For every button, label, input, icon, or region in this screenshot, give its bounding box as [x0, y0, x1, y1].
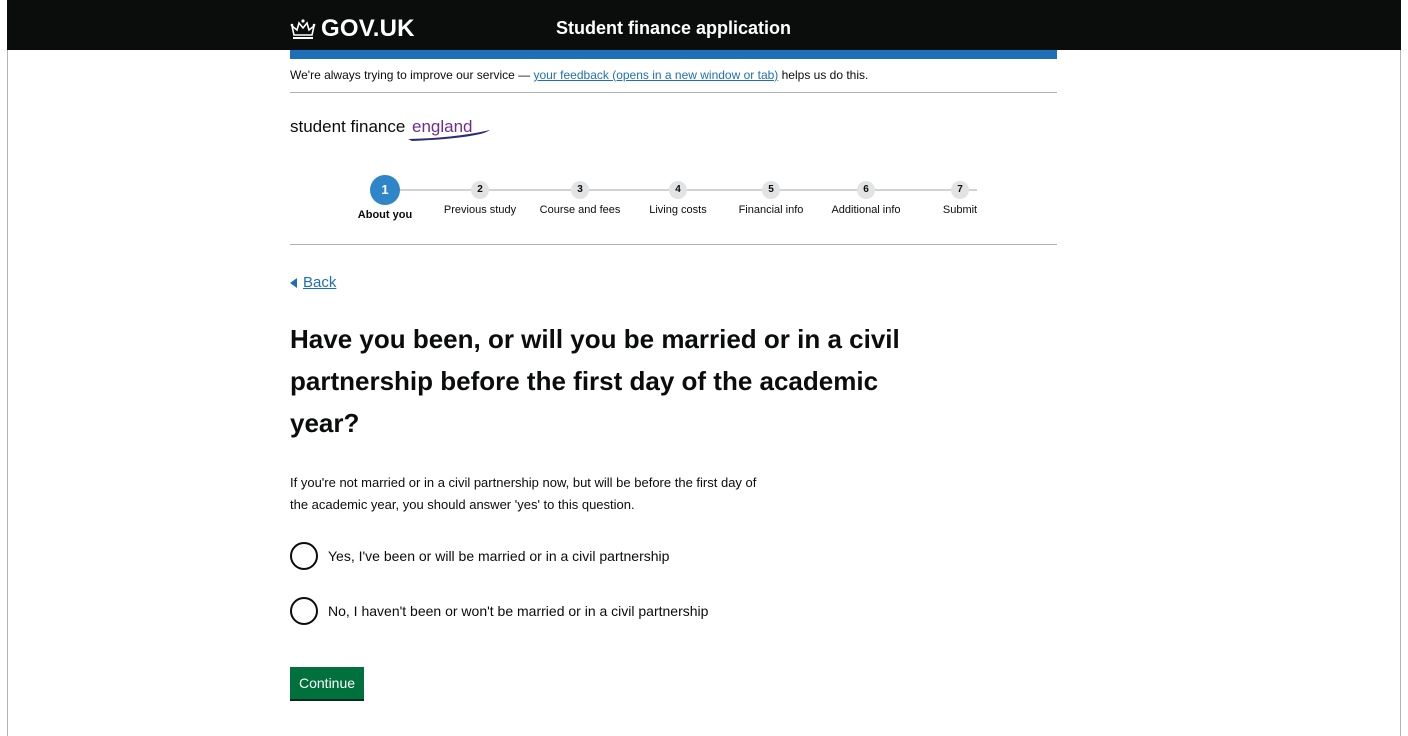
step-number: 3: [571, 181, 589, 199]
header-blue-bar: [290, 50, 1057, 59]
question-hint: If you're not married or in a civil part…: [290, 472, 830, 516]
step-number: 5: [762, 181, 780, 199]
step-number: 2: [471, 181, 489, 199]
step-submit: 7 Submit: [905, 178, 1015, 216]
service-name[interactable]: Student finance application: [556, 18, 791, 39]
step-label: Previous study: [443, 204, 517, 216]
radio-option-yes[interactable]: Yes, I've been or will be married or in …: [290, 542, 669, 570]
page-title: Have you been, or will you be married or…: [290, 324, 900, 438]
back-link[interactable]: Back: [303, 274, 336, 291]
step-number: 6: [857, 181, 875, 199]
hint-line-1: If you're not married or in a civil part…: [290, 475, 757, 490]
step-label: Financial info: [738, 204, 804, 216]
govuk-header: GOV.UK Student finance application: [7, 0, 1401, 50]
logo-text-student-finance: student finance: [290, 117, 405, 136]
divider: [290, 92, 1057, 93]
radio-button-no[interactable]: [290, 597, 318, 625]
feedback-banner: We're always trying to improve our servi…: [290, 68, 1057, 82]
step-label: Submit: [942, 204, 978, 216]
feedback-link[interactable]: your feedback (opens in a new window or …: [533, 68, 778, 82]
step-number: 7: [951, 181, 969, 199]
continue-button[interactable]: Continue: [290, 667, 365, 699]
student-finance-england-logo: student finance england: [290, 116, 500, 149]
radio-option-no[interactable]: No, I haven't been or won't be married o…: [290, 597, 708, 625]
logo-text-england: england: [412, 117, 473, 136]
progress-steps: 1 About you 2 Previous study 3 Course an…: [290, 175, 1057, 228]
govuk-logo-text: GOV.UK: [321, 15, 415, 42]
step-about-you: 1 About you: [330, 175, 440, 221]
divider: [290, 244, 1057, 245]
step-number: 1: [370, 175, 400, 205]
feedback-prefix: We're always trying to improve our servi…: [290, 68, 534, 82]
radio-button-yes[interactable]: [290, 542, 318, 570]
step-number: 4: [669, 181, 687, 199]
step-previous-study: 2 Previous study: [425, 178, 535, 216]
step-label: About you: [357, 209, 413, 221]
hint-line-2: the academic year, you should answer 'ye…: [290, 497, 635, 512]
step-financial-info: 5 Financial info: [716, 178, 826, 216]
radio-label-no[interactable]: No, I haven't been or won't be married o…: [328, 603, 708, 619]
step-label: Course and fees: [539, 204, 621, 216]
govuk-logo-link[interactable]: GOV.UK: [290, 15, 415, 43]
back-arrow-icon: [290, 277, 297, 288]
crown-icon: [290, 19, 316, 39]
step-course-and-fees: 3 Course and fees: [525, 178, 635, 216]
radio-label-yes[interactable]: Yes, I've been or will be married or in …: [328, 548, 669, 564]
feedback-suffix: helps us do this.: [778, 68, 869, 82]
back-link-container: Back: [290, 274, 336, 291]
